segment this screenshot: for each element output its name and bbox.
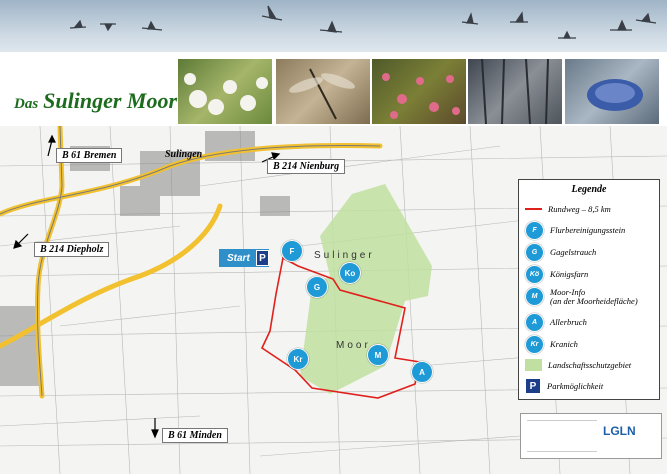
legend-text-protected: Landschaftsschutzgebiet: [548, 359, 632, 370]
legend: Legende Rundweg – 8,5 km F Flurbereinigu…: [518, 179, 660, 400]
legend-item-g: G Gagelstrauch: [525, 243, 596, 262]
label-b61-bremen: B 61 Bremen: [56, 148, 123, 163]
crane-3: [141, 20, 163, 31]
photo-bog-forest: [468, 58, 562, 125]
legend-title: Legende: [571, 184, 607, 195]
lgln-logo: LGLN: [603, 424, 636, 438]
marker-f[interactable]: F: [281, 240, 303, 262]
sky-banner: [0, 0, 667, 52]
legend-parking-icon: P: [525, 378, 541, 394]
marker-m[interactable]: M: [367, 344, 389, 366]
legend-text-ko: Königsfarn: [550, 269, 589, 279]
legend-item-kr: Kr Kranich: [525, 335, 578, 354]
map-text-sulinger: Sulinger: [314, 250, 375, 261]
crane-9: [610, 19, 632, 31]
map-text-moor: Moor: [336, 340, 371, 351]
photo-moor-frog: [565, 59, 659, 124]
legend-item-ko: Kö Königsfarn: [525, 265, 588, 284]
legend-text-m: Moor-Info (an der Moorheidefläche): [550, 287, 638, 306]
legend-text-g: Gagelstrauch: [550, 247, 597, 257]
crane-1: [69, 19, 87, 29]
crane-7: [510, 11, 528, 23]
marker-kr[interactable]: Kr: [287, 348, 309, 370]
title-name: Sulinger Moor: [43, 88, 178, 113]
label-b214-nienburg: B 214 Nienburg: [267, 159, 346, 174]
legend-text-a: Allerbruch: [550, 317, 587, 327]
cranes-illustration: [69, 5, 657, 39]
legend-item-a: A Allerbruch: [525, 313, 587, 332]
photo-cranberry-heath: [372, 59, 466, 124]
legend-pin-f: F: [525, 221, 544, 240]
legend-item-protected: Landschaftsschutzgebiet: [525, 359, 631, 371]
crane-10: [635, 12, 657, 24]
start-label: Start: [227, 252, 250, 264]
protected-swatch: [525, 359, 542, 371]
marker-a[interactable]: A: [411, 361, 433, 383]
legend-pin-m: M: [525, 287, 544, 306]
crane-4: [261, 5, 283, 21]
route-swatch: [525, 208, 542, 210]
crane-6: [461, 12, 479, 25]
legend-text-parking: Parkmöglichkeit: [547, 380, 604, 391]
crane-5: [319, 20, 343, 33]
label-sulingen: Sulingen: [165, 149, 203, 160]
label-b214-diepholz: B 214 Diepholz: [34, 242, 110, 257]
parking-icon: P: [255, 250, 269, 266]
legend-text-kr: Kranich: [550, 339, 578, 349]
title-prefix: Das: [14, 96, 39, 112]
legend-pin-kr: Kr: [525, 335, 544, 354]
legend-pin-a: A: [525, 313, 544, 332]
legend-item-parking: P Parkmöglichkeit: [525, 378, 603, 394]
photo-dragonfly: [276, 59, 370, 124]
publisher-footer: LGLN: [520, 413, 662, 459]
legend-route: Rundweg – 8,5 km: [525, 204, 611, 214]
legend-pin-g: G: [525, 243, 544, 262]
legend-item-f: F Flurbereinigungsstein: [525, 221, 625, 240]
footer-fineprint: [527, 420, 597, 452]
legend-item-m: M Moor-Info (an der Moorheidefläche): [525, 287, 638, 306]
page-title: Das Sulinger Moor: [14, 88, 177, 114]
legend-pin-ko: Kö: [525, 265, 544, 284]
legend-route-label: Rundweg – 8,5 km: [548, 203, 611, 214]
marker-ko[interactable]: Ko: [339, 262, 361, 284]
crane-2: [100, 23, 116, 32]
photo-cotton-grass: [178, 59, 272, 124]
start-marker[interactable]: Start P: [219, 249, 269, 267]
legend-text-f: Flurbereinigungsstein: [550, 225, 626, 235]
label-b61-minden: B 61 Minden: [162, 428, 228, 443]
crane-8: [558, 30, 576, 39]
legend-text-m-sub: (an der Moorheidefläche): [550, 295, 638, 306]
marker-g[interactable]: G: [306, 276, 328, 298]
